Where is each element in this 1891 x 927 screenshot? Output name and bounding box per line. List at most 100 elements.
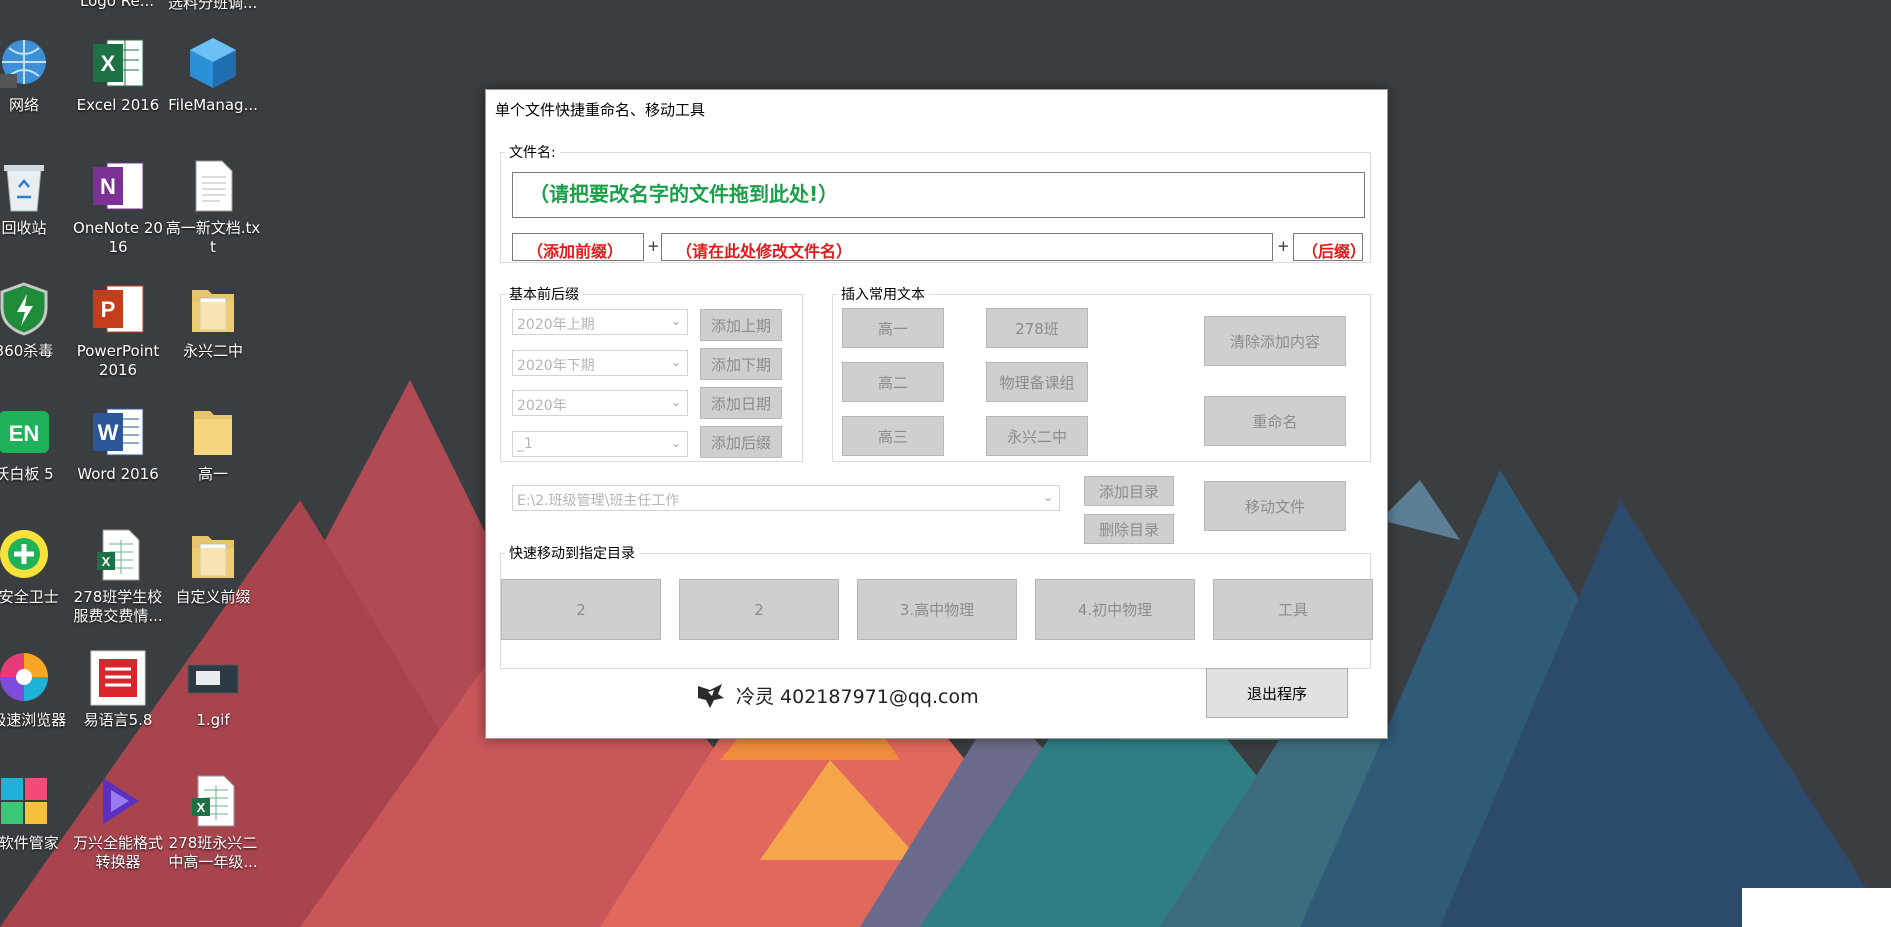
shield-360-icon: [0, 280, 53, 338]
svg-text:X: X: [101, 51, 116, 76]
desktop-icon-label: 高一: [197, 465, 228, 483]
insert-gaoer-button[interactable]: 高二: [842, 362, 944, 402]
desktop-icon-360-security[interactable]: 0安全卫士: [0, 526, 72, 607]
rename-tool-window: 单个文件快捷重命名、移动工具 文件名: （请把要改名字的文件拖到此处!） （添加…: [485, 89, 1388, 739]
onenote-icon: N: [89, 157, 147, 215]
desktop-icon-excel-fee[interactable]: X 278班学生校服费交费情...: [70, 526, 166, 626]
add-suffix-button[interactable]: 添加后缀: [700, 426, 782, 458]
text-file-icon: [184, 157, 242, 215]
delete-directory-button[interactable]: 删除目录: [1084, 514, 1174, 544]
add-lower-period-button[interactable]: 添加下期: [700, 348, 782, 380]
year-combo[interactable]: 2020年 ⌄: [512, 390, 688, 416]
insert-gaosan-button[interactable]: 高三: [842, 416, 944, 456]
desktop-icon-label: 易语言5.8: [83, 711, 153, 729]
svg-text:P: P: [101, 297, 116, 322]
gif-file-icon: [184, 649, 242, 707]
plus-sign: +: [647, 237, 660, 255]
svg-text:W: W: [98, 420, 119, 445]
desktop-icon-powerpoint[interactable]: P PowerPoint 2016: [70, 280, 166, 380]
clear-added-content-button[interactable]: 清除添加内容: [1204, 316, 1346, 366]
author-contact: 冷灵 402187971@qq.com: [736, 686, 979, 708]
move-file-button[interactable]: 移动文件: [1204, 481, 1346, 531]
quick-move-tools[interactable]: 工具: [1213, 579, 1373, 640]
svg-text:X: X: [197, 800, 206, 815]
desktop-icon-en-whiteboard[interactable]: EN 沃白板 5: [0, 403, 72, 484]
rename-button[interactable]: 重命名: [1204, 396, 1346, 446]
author-logo-icon: [696, 682, 726, 708]
add-date-button[interactable]: 添加日期: [700, 387, 782, 419]
combo-value: 2020年: [517, 398, 567, 414]
svg-text:X: X: [102, 554, 111, 569]
desktop-icon-360-browser[interactable]: 0极速浏览器: [0, 649, 72, 730]
desktop-top-label: Logo Re...: [80, 0, 155, 10]
prefix-input[interactable]: （添加前缀）: [512, 233, 644, 261]
quick-move-high-school-physics[interactable]: 3.高中物理: [857, 579, 1017, 640]
period-combo-2[interactable]: 2020年下期 ⌄: [512, 350, 688, 376]
desktop-icon-label: Word 2016: [77, 465, 159, 483]
software-manager-icon: [0, 772, 53, 830]
combo-value: 2020年下期: [517, 358, 595, 374]
en-whiteboard-icon: EN: [0, 403, 53, 461]
suffix-input[interactable]: （后缀）: [1293, 233, 1363, 261]
folder-docs-icon: [184, 526, 242, 584]
converter-play-icon: [89, 772, 147, 830]
insert-school-button[interactable]: 永兴二中: [986, 416, 1088, 456]
quick-move-button-1[interactable]: 2: [501, 579, 661, 640]
word-icon: W: [89, 403, 147, 461]
desktop-icon-folder-prefix[interactable]: 自定义前缀: [165, 526, 261, 607]
desktop-icon-folder-yongxing[interactable]: 永兴二中: [165, 280, 261, 361]
desktop-icon-easy-language[interactable]: 易语言5.8: [70, 649, 166, 730]
insert-gaoyi-button[interactable]: 高一: [842, 308, 944, 348]
desktop-icon-label: 0极速浏览器: [0, 711, 67, 729]
excel-file-icon: X: [184, 772, 242, 830]
folder-icon: [184, 403, 242, 461]
basic-group-legend: 基本前后缀: [509, 287, 579, 303]
desktop-icon-software-manager[interactable]: 0软件管家: [0, 772, 72, 853]
desktop-icon-label: 网络: [8, 96, 39, 114]
target-directory-combo[interactable]: E:\2.班级管理\班主任工作 ⌄: [512, 485, 1060, 511]
suffix-combo[interactable]: _1 ⌄: [512, 431, 688, 457]
add-directory-button[interactable]: 添加目录: [1084, 476, 1174, 506]
desktop-icon-label: 永兴二中: [182, 342, 243, 360]
desktop-icon-label: 1.gif: [196, 711, 230, 729]
desktop-icon-converter[interactable]: 万兴全能格式转换器: [70, 772, 166, 872]
desktop-icon-filemanager[interactable]: FileManag...: [165, 34, 261, 115]
svg-text:N: N: [100, 174, 116, 199]
combo-value: _1: [517, 436, 533, 452]
period-combo-1[interactable]: 2020年上期 ⌄: [512, 309, 688, 335]
desktop-icon-text-file[interactable]: 高一新文档.txt: [165, 157, 261, 257]
excel-file-icon: X: [89, 526, 147, 584]
desktop-icon-label: 360杀毒: [0, 342, 54, 360]
desktop-icon-label: 278班学生校服费交费情...: [73, 588, 163, 625]
desktop-icon-360-antivirus[interactable]: 360杀毒: [0, 280, 72, 361]
excel-icon: X: [89, 34, 147, 92]
folder-docs-icon: [184, 280, 242, 338]
network-globe-icon: [0, 34, 53, 92]
insert-group-legend: 插入常用文本: [841, 287, 925, 303]
desktop-icon-label: 自定义前缀: [175, 588, 251, 606]
desktop-icon-excel[interactable]: X Excel 2016: [70, 34, 166, 115]
quick-move-button-2[interactable]: 2: [679, 579, 839, 640]
desktop-icon-excel-class[interactable]: X 278班永兴二中高一年级...: [165, 772, 261, 872]
add-upper-period-button[interactable]: 添加上期: [700, 309, 782, 341]
desktop-icon-word[interactable]: W Word 2016: [70, 403, 166, 484]
desktop-icon-network[interactable]: 网络: [0, 34, 72, 115]
file-drop-zone[interactable]: （请把要改名字的文件拖到此处!）: [512, 172, 1365, 218]
desktop-icon-onenote[interactable]: N OneNote 2016: [70, 157, 166, 257]
desktop-icon-gif-file[interactable]: 1.gif: [165, 649, 261, 730]
svg-text:EN: EN: [9, 421, 40, 446]
insert-physics-group-button[interactable]: 物理备课组: [986, 362, 1088, 402]
desktop-icon-label: Excel 2016: [76, 96, 160, 114]
exit-program-button[interactable]: 退出程序: [1206, 668, 1348, 718]
desktop-icon-label: 高一新文档.txt: [165, 219, 261, 256]
desktop-icon-label: 0安全卫士: [0, 588, 59, 606]
desktop-icon-folder-gaoyi[interactable]: 高一: [165, 403, 261, 484]
quick-move-middle-school-physics[interactable]: 4.初中物理: [1035, 579, 1195, 640]
filemanager-cube-icon: [184, 34, 242, 92]
desktop-icon-recycle-bin[interactable]: 回收站: [0, 157, 72, 238]
desktop-icon-label: 278班永兴二中高一年级...: [168, 834, 258, 871]
desktop-icon-label: PowerPoint 2016: [76, 342, 160, 379]
desktop-icon-label: 回收站: [1, 219, 47, 237]
insert-class-278-button[interactable]: 278班: [986, 308, 1088, 348]
filename-input[interactable]: （请在此处修改文件名）: [661, 233, 1273, 261]
